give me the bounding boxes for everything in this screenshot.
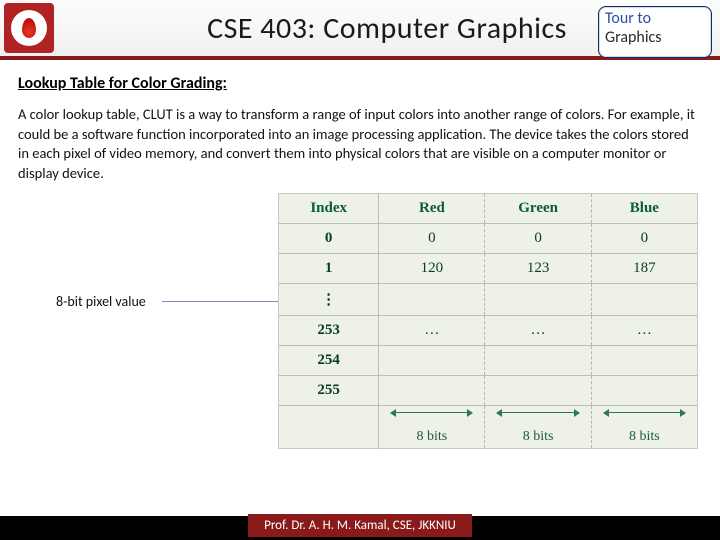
tag-line-1: Tour to (605, 9, 705, 28)
content-area: Lookup Table for Color Grading: A color … (0, 60, 720, 433)
arrow-icon (497, 412, 578, 413)
table-area: 8-bit pixel value Index Red Green Blue 0… (18, 193, 702, 433)
arrow-icon (391, 412, 472, 413)
header-bar: CSE 403: Computer Graphics Tour to Graph… (0, 0, 720, 60)
bits-row: 8 bits 8 bits 8 bits (279, 406, 698, 449)
arrow-icon (604, 412, 685, 413)
table-row: 254 (279, 346, 698, 376)
footer-bar: Prof. Dr. A. H. M. Kamal, CSE, JKKNIU (0, 516, 720, 540)
university-logo (4, 3, 54, 53)
pixel-value-annotation: 8-bit pixel value (56, 293, 146, 310)
section-body: A color lookup table, CLUT is a way to t… (18, 105, 702, 183)
clut-table: Index Red Green Blue 0 0 0 0 1 120 123 1… (278, 193, 698, 449)
table-header-row: Index Red Green Blue (279, 194, 698, 224)
tag-line-2: Graphics (605, 28, 705, 47)
th-index: Index (279, 194, 379, 224)
table-row: 253 … … … (279, 316, 698, 346)
table-row: ⋮ (279, 284, 698, 316)
footer-text: Prof. Dr. A. H. M. Kamal, CSE, JKKNIU (248, 514, 472, 537)
table-row: 0 0 0 0 (279, 224, 698, 254)
table-row: 255 (279, 376, 698, 406)
th-red: Red (379, 194, 485, 224)
table-row: 1 120 123 187 (279, 254, 698, 284)
topic-tag: Tour to Graphics (598, 6, 712, 58)
section-title: Lookup Table for Color Grading: (18, 74, 702, 93)
th-blue: Blue (591, 194, 697, 224)
th-green: Green (485, 194, 591, 224)
